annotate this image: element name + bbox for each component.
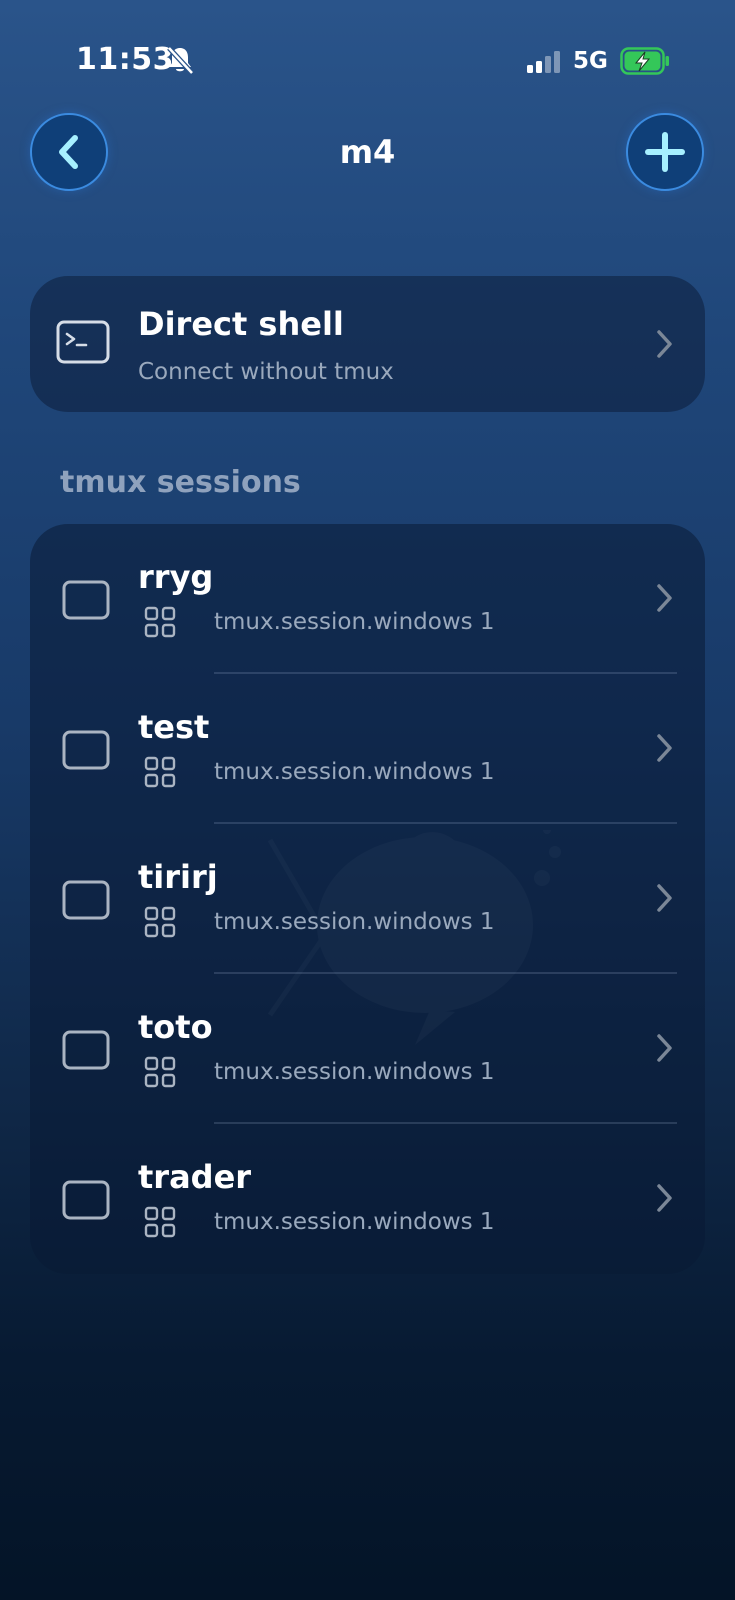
battery-charging-icon bbox=[620, 47, 669, 75]
window-icon bbox=[62, 1030, 110, 1070]
session-name: tirirj bbox=[138, 858, 218, 896]
grid-icon bbox=[144, 756, 176, 788]
direct-shell-title: Direct shell bbox=[138, 305, 344, 343]
chevron-right-icon bbox=[657, 1184, 672, 1212]
chevron-right-icon bbox=[657, 884, 672, 912]
direct-shell-subtitle: Connect without tmux bbox=[138, 359, 394, 385]
terminal-icon bbox=[56, 320, 110, 364]
window-icon bbox=[62, 1180, 110, 1220]
bell-slash-icon bbox=[167, 46, 194, 75]
chevron-right-icon bbox=[657, 734, 672, 762]
chevron-right-icon bbox=[657, 584, 672, 612]
session-windows-count: tmux.session.windows 1 bbox=[214, 759, 495, 785]
grid-icon bbox=[144, 1056, 176, 1088]
session-name: toto bbox=[138, 1008, 213, 1046]
status-bar: 11:53 5G bbox=[0, 0, 735, 100]
section-header-tmux-sessions: tmux sessions bbox=[60, 465, 301, 500]
chevron-right-icon bbox=[657, 1034, 672, 1062]
session-row-trader[interactable]: trader tmux.session.windows 1 bbox=[30, 1124, 705, 1274]
session-windows-count: tmux.session.windows 1 bbox=[214, 1059, 495, 1085]
session-windows-count: tmux.session.windows 1 bbox=[214, 609, 495, 635]
status-time: 11:53 bbox=[76, 42, 174, 77]
cellular-signal-icon bbox=[527, 51, 560, 73]
session-windows-count: tmux.session.windows 1 bbox=[214, 1209, 495, 1235]
grid-icon bbox=[144, 906, 176, 938]
session-name: rryg bbox=[138, 558, 214, 596]
session-windows-count: tmux.session.windows 1 bbox=[214, 909, 495, 935]
window-icon bbox=[62, 880, 110, 920]
chevron-right-icon bbox=[657, 330, 672, 358]
session-row-test[interactable]: test tmux.session.windows 1 bbox=[30, 674, 705, 824]
session-name: test bbox=[138, 708, 210, 746]
session-row-tirirj[interactable]: tirirj tmux.session.windows 1 bbox=[30, 824, 705, 974]
page-title: m4 bbox=[339, 133, 396, 171]
network-type: 5G bbox=[573, 48, 608, 74]
grid-icon bbox=[144, 606, 176, 638]
session-name: trader bbox=[138, 1158, 252, 1196]
window-icon bbox=[62, 730, 110, 770]
plus-icon bbox=[645, 132, 685, 172]
direct-shell-card[interactable]: Direct shell Connect without tmux bbox=[30, 276, 705, 412]
session-row-rryg[interactable]: rryg tmux.session.windows 1 bbox=[30, 524, 705, 674]
window-icon bbox=[62, 580, 110, 620]
grid-icon bbox=[144, 1206, 176, 1238]
screen: 11:53 5G m4 Direct shell Connect without… bbox=[0, 0, 735, 1600]
tmux-sessions-list: rryg tmux.session.windows 1 test tmux.se… bbox=[30, 524, 705, 1274]
session-row-toto[interactable]: toto tmux.session.windows 1 bbox=[30, 974, 705, 1124]
add-button[interactable] bbox=[626, 113, 704, 191]
